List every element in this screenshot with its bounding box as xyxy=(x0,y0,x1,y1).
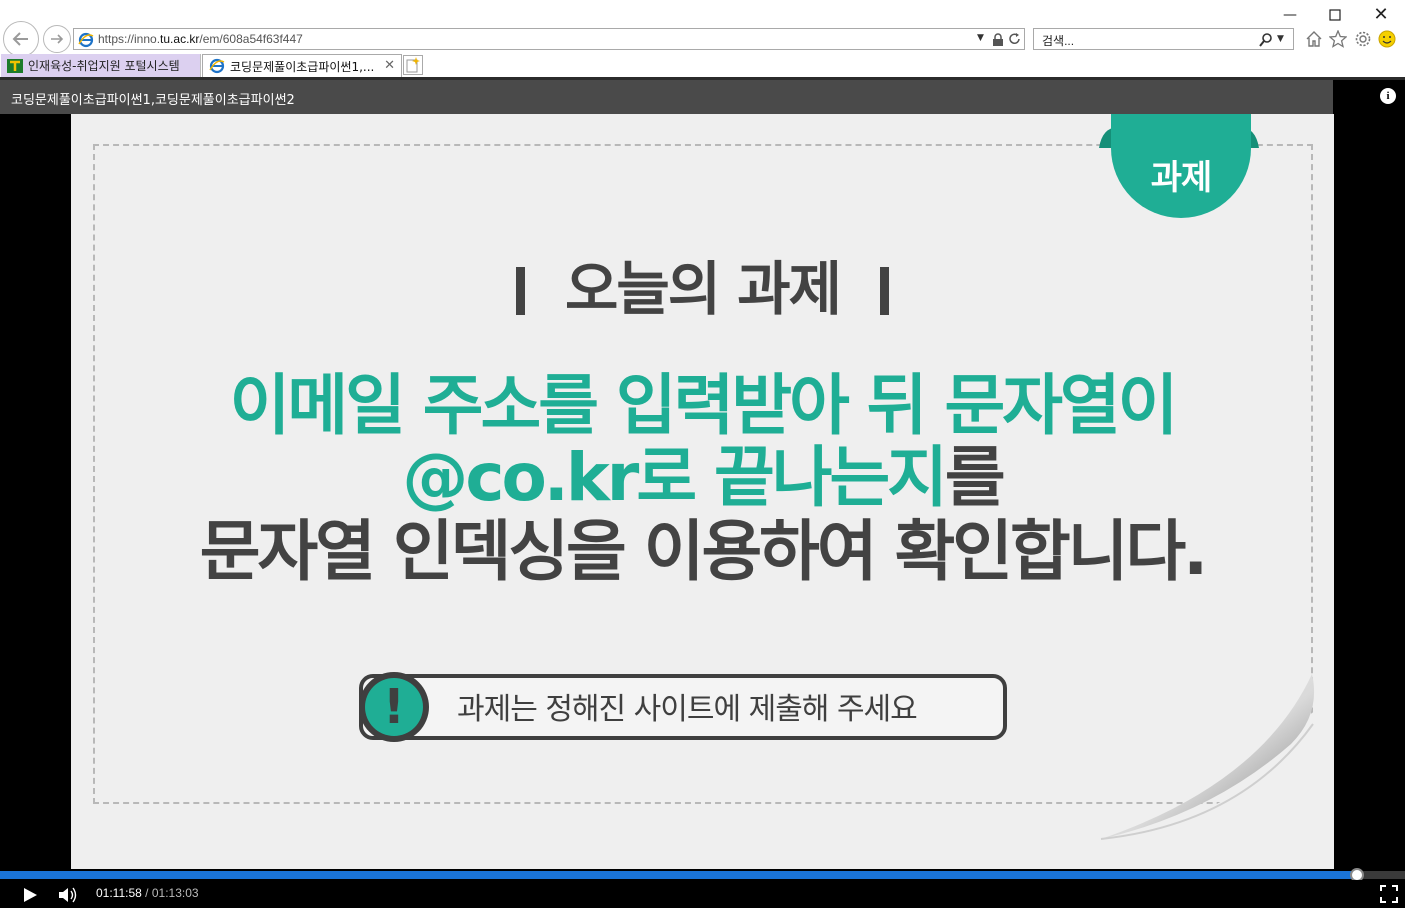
tab-portal-label: 인재육성-취업지원 포털시스템 xyxy=(28,59,180,73)
duration: 01:13:03 xyxy=(151,886,199,900)
forward-arrow-icon xyxy=(51,34,64,44)
address-bar[interactable]: https://inno.tu.ac.kr/em/608a54f63f447 ▼ xyxy=(73,28,1025,50)
tab-portal[interactable]: 인재육성-취업지원 포털시스템 xyxy=(1,54,201,77)
ie-logo-icon xyxy=(78,32,94,48)
tab-coding-video-label: 코딩문제풀이초급파이썬1,... xyxy=(230,59,375,74)
settings-gear-icon[interactable] xyxy=(1352,28,1374,50)
info-icon[interactable]: i xyxy=(1380,88,1396,104)
back-button[interactable] xyxy=(3,21,39,57)
tab-close-icon[interactable]: ✕ xyxy=(384,58,395,73)
favorites-star-icon[interactable] xyxy=(1327,28,1349,50)
site-favicon-icon xyxy=(7,58,23,73)
video-player[interactable]: 코딩문제풀이초급파이썬1,코딩문제풀이초급파이썬2 i 과제 오늘의 과제 이메… xyxy=(0,80,1405,908)
slide-heading: 오늘의 과제 xyxy=(71,242,1334,326)
search-placeholder: 검색... xyxy=(1042,34,1075,48)
slide-heading-text: 오늘의 과제 xyxy=(565,255,842,323)
time-separator: / xyxy=(145,886,149,900)
search-dropdown-icon[interactable]: ▼ xyxy=(1277,34,1284,44)
maximize-button[interactable] xyxy=(1320,4,1350,26)
fullscreen-icon[interactable] xyxy=(1380,885,1398,903)
new-tab-icon xyxy=(406,57,420,73)
player-title-bar: 코딩문제풀이초급파이썬1,코딩문제풀이초급파이썬2 xyxy=(0,80,1333,114)
ie-favicon-icon xyxy=(209,58,225,74)
refresh-icon[interactable] xyxy=(1008,32,1022,46)
tab-coding-video[interactable]: 코딩문제풀이초급파이썬1,... ✕ xyxy=(202,54,402,77)
back-arrow-icon xyxy=(12,32,28,46)
lock-icon[interactable] xyxy=(992,33,1004,46)
task-line-3: 문자열 인덱싱을 이용하여 확인합니다. xyxy=(199,513,1209,590)
player-controls: 01:11:58 / 01:13:03 xyxy=(0,880,1405,908)
exclamation-icon: ! xyxy=(359,672,429,742)
home-icon[interactable] xyxy=(1303,28,1325,50)
play-icon[interactable] xyxy=(20,886,40,904)
minimize-button[interactable]: — xyxy=(1275,4,1305,26)
tab-strip: 인재육성-취업지원 포털시스템 코딩문제풀이초급파이썬1,... ✕ xyxy=(0,54,1405,78)
search-icon[interactable] xyxy=(1258,32,1274,48)
volume-icon[interactable] xyxy=(57,885,79,905)
address-url: https://inno.tu.ac.kr/em/608a54f63f447 xyxy=(98,32,303,46)
progress-fill xyxy=(0,871,1357,879)
close-window-button[interactable]: ✕ xyxy=(1366,4,1396,26)
current-time: 01:11:58 xyxy=(96,886,142,900)
search-box[interactable]: 검색... ▼ xyxy=(1033,28,1294,50)
time-display: 01:11:58 / 01:13:03 xyxy=(96,886,199,900)
forward-button[interactable] xyxy=(43,25,71,53)
new-tab-button[interactable] xyxy=(403,55,423,75)
page-curl-graphic xyxy=(1092,674,1334,869)
assignment-tag-label: 과제 xyxy=(1150,158,1213,198)
lecture-slide: 과제 오늘의 과제 이메일 주소를 입력받아 뒤 문자열이 @co.kr로 끝나… xyxy=(71,114,1334,869)
smiley-feedback-icon[interactable] xyxy=(1376,28,1398,50)
dropdown-arrow-icon[interactable]: ▼ xyxy=(977,33,984,43)
video-title: 코딩문제풀이초급파이썬1,코딩문제풀이초급파이썬2 xyxy=(11,93,295,108)
notice-text: 과제는 정해진 사이트에 제출해 주세요 xyxy=(457,692,918,727)
